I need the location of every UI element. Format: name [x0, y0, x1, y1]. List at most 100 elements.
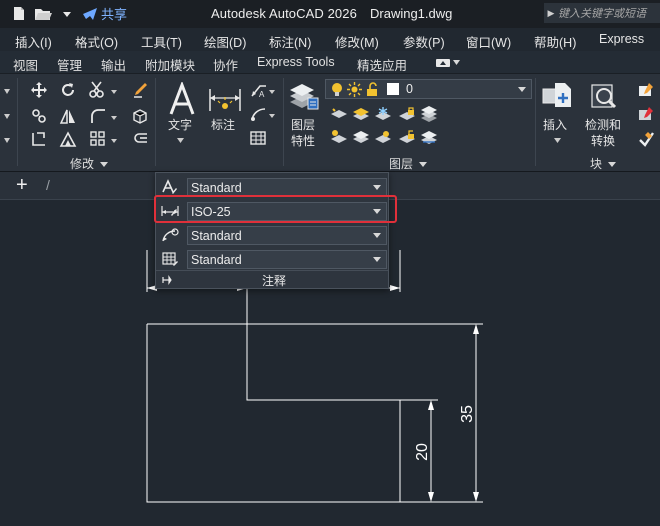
dimension-arrow [473, 324, 479, 334]
table-style-dropdown[interactable]: Standard [187, 250, 387, 269]
tab-output[interactable]: 输出 [101, 55, 126, 74]
current-layer-name: 0 [406, 82, 413, 96]
tab-express-tools[interactable]: Express Tools [257, 55, 335, 69]
layer-dropdown[interactable]: 0 [325, 79, 532, 99]
menu-insert[interactable]: 插入(I) [15, 32, 52, 51]
measure-convert-icon[interactable] [587, 80, 621, 114]
draw-overflow-icon-3[interactable] [2, 131, 12, 151]
ribbon-minimize-button[interactable] [432, 56, 462, 69]
menu-express[interactable]: Express [599, 32, 644, 46]
text-tool-icon[interactable] [164, 80, 200, 120]
layer-off-icon[interactable] [329, 104, 349, 124]
menu-window[interactable]: 窗口(W) [466, 32, 511, 51]
annotation-panel-label: 注释 [262, 274, 287, 288]
menu-tools[interactable]: 工具(T) [141, 32, 182, 51]
menu-format[interactable]: 格式(O) [75, 32, 118, 51]
leader-icon[interactable]: A [248, 80, 268, 100]
ribbon-tab-bar: 视图 管理 输出 附加模块 协作 Express Tools 精选应用 [0, 51, 660, 74]
menu-help[interactable]: 帮助(H) [534, 32, 576, 51]
layer-match-icon[interactable] [419, 104, 439, 124]
explode-icon[interactable] [130, 106, 150, 126]
table-icon[interactable] [248, 128, 268, 148]
table-style-icon [161, 251, 179, 267]
share-button[interactable]: 共享 [82, 4, 127, 23]
search-input[interactable]: 键入关键字或短语 [558, 5, 646, 21]
dimension-text-20[interactable]: 20 [414, 443, 431, 461]
dimension-text-35[interactable]: 35 [459, 405, 476, 423]
array-icon[interactable] [88, 129, 108, 149]
offset-icon[interactable] [130, 129, 150, 149]
insert-block-icon[interactable] [540, 80, 574, 114]
rotate-icon[interactable] [58, 80, 78, 100]
chevron-down-icon [373, 233, 381, 238]
tab-manage[interactable]: 管理 [57, 55, 82, 74]
layer-freeze-icon[interactable] [373, 104, 393, 124]
mirror-icon[interactable] [58, 106, 78, 126]
search-expand-icon[interactable]: ▶ [544, 8, 558, 19]
layer-lock-icon[interactable] [397, 104, 417, 124]
new-file-icon[interactable] [10, 5, 28, 23]
text-dropdown-icon[interactable] [170, 135, 190, 145]
unlock-icon [367, 82, 377, 96]
layer-on-all-icon[interactable] [329, 127, 349, 147]
menu-draw[interactable]: 绘图(D) [204, 32, 246, 51]
menu-dimension[interactable]: 标注(N) [269, 32, 311, 51]
block-panel-label[interactable]: 块 [590, 155, 617, 172]
layer-unisolate-icon[interactable] [351, 127, 371, 147]
dimension-tool-label[interactable]: 标注 [211, 117, 235, 133]
multileader-icon[interactable] [248, 104, 268, 124]
bulb-icon [332, 83, 342, 96]
search-box[interactable]: ▶ 键入关键字或短语 [544, 3, 660, 23]
chevron-down-icon [373, 185, 381, 190]
share-label: 共享 [101, 7, 128, 22]
annotation-panel-footer[interactable]: 注释 [156, 270, 388, 288]
layer-unlock-icon[interactable] [397, 127, 417, 147]
layer-thaw-icon[interactable] [373, 127, 393, 147]
text-tool-label[interactable]: 文字 [168, 117, 192, 133]
tab-collaborate[interactable]: 协作 [213, 55, 238, 74]
qat-dropdown-icon[interactable] [58, 5, 76, 23]
scale-icon[interactable] [58, 129, 78, 149]
leader-dropdown-icon[interactable] [268, 82, 276, 102]
edit-block-icon[interactable] [636, 104, 656, 124]
dimension-tool-icon[interactable] [208, 82, 242, 118]
chevron-down-icon [453, 60, 460, 65]
menu-parametric[interactable]: 参数(P) [403, 32, 445, 51]
fillet-dropdown-icon[interactable] [110, 108, 118, 128]
multileader-dropdown-icon[interactable] [268, 106, 276, 126]
layer-properties-icon[interactable] [287, 80, 321, 114]
dimension-style-highlight [154, 195, 397, 223]
insert-dropdown-icon[interactable] [547, 135, 567, 145]
pin-icon[interactable] [162, 275, 172, 285]
layer-panel-label[interactable]: 图层 [389, 155, 428, 172]
draw-overflow-icon-2[interactable] [2, 107, 12, 127]
multileader-style-row: Standard [156, 224, 388, 246]
insert-block-label[interactable]: 插入 [543, 117, 567, 133]
menu-modify[interactable]: 修改(M) [335, 32, 379, 51]
layer-isolate-icon[interactable] [351, 104, 371, 124]
measure-convert-label-2[interactable]: 转换 [591, 133, 615, 149]
trim-icon[interactable] [88, 80, 108, 100]
tab-featured-apps[interactable]: 精选应用 [357, 55, 407, 74]
layer-merge-icon[interactable] [419, 127, 439, 147]
array-dropdown-icon[interactable] [110, 131, 118, 151]
move-icon[interactable] [29, 80, 49, 100]
erase-icon[interactable] [130, 80, 150, 100]
multileader-style-dropdown[interactable]: Standard [187, 226, 387, 245]
new-tab-button[interactable]: + [16, 174, 28, 197]
block-attribute-icon[interactable] [636, 128, 656, 148]
layer-properties-label-2[interactable]: 特性 [291, 133, 315, 149]
tab-addins[interactable]: 附加模块 [145, 55, 195, 74]
layer-properties-label-1[interactable]: 图层 [291, 117, 315, 133]
create-block-icon[interactable] [636, 80, 656, 100]
tab-view[interactable]: 视图 [13, 55, 38, 74]
stretch-icon[interactable] [29, 129, 49, 149]
modify-panel-label[interactable]: 修改 [70, 155, 109, 172]
open-folder-icon[interactable] [34, 5, 52, 23]
draw-overflow-icon[interactable] [2, 82, 12, 102]
panel-toggle-icon [436, 58, 450, 67]
fillet-icon[interactable] [88, 106, 108, 126]
copy-icon[interactable] [29, 106, 49, 126]
measure-convert-label-1[interactable]: 检测和 [585, 117, 621, 133]
trim-dropdown-icon[interactable] [110, 82, 118, 102]
